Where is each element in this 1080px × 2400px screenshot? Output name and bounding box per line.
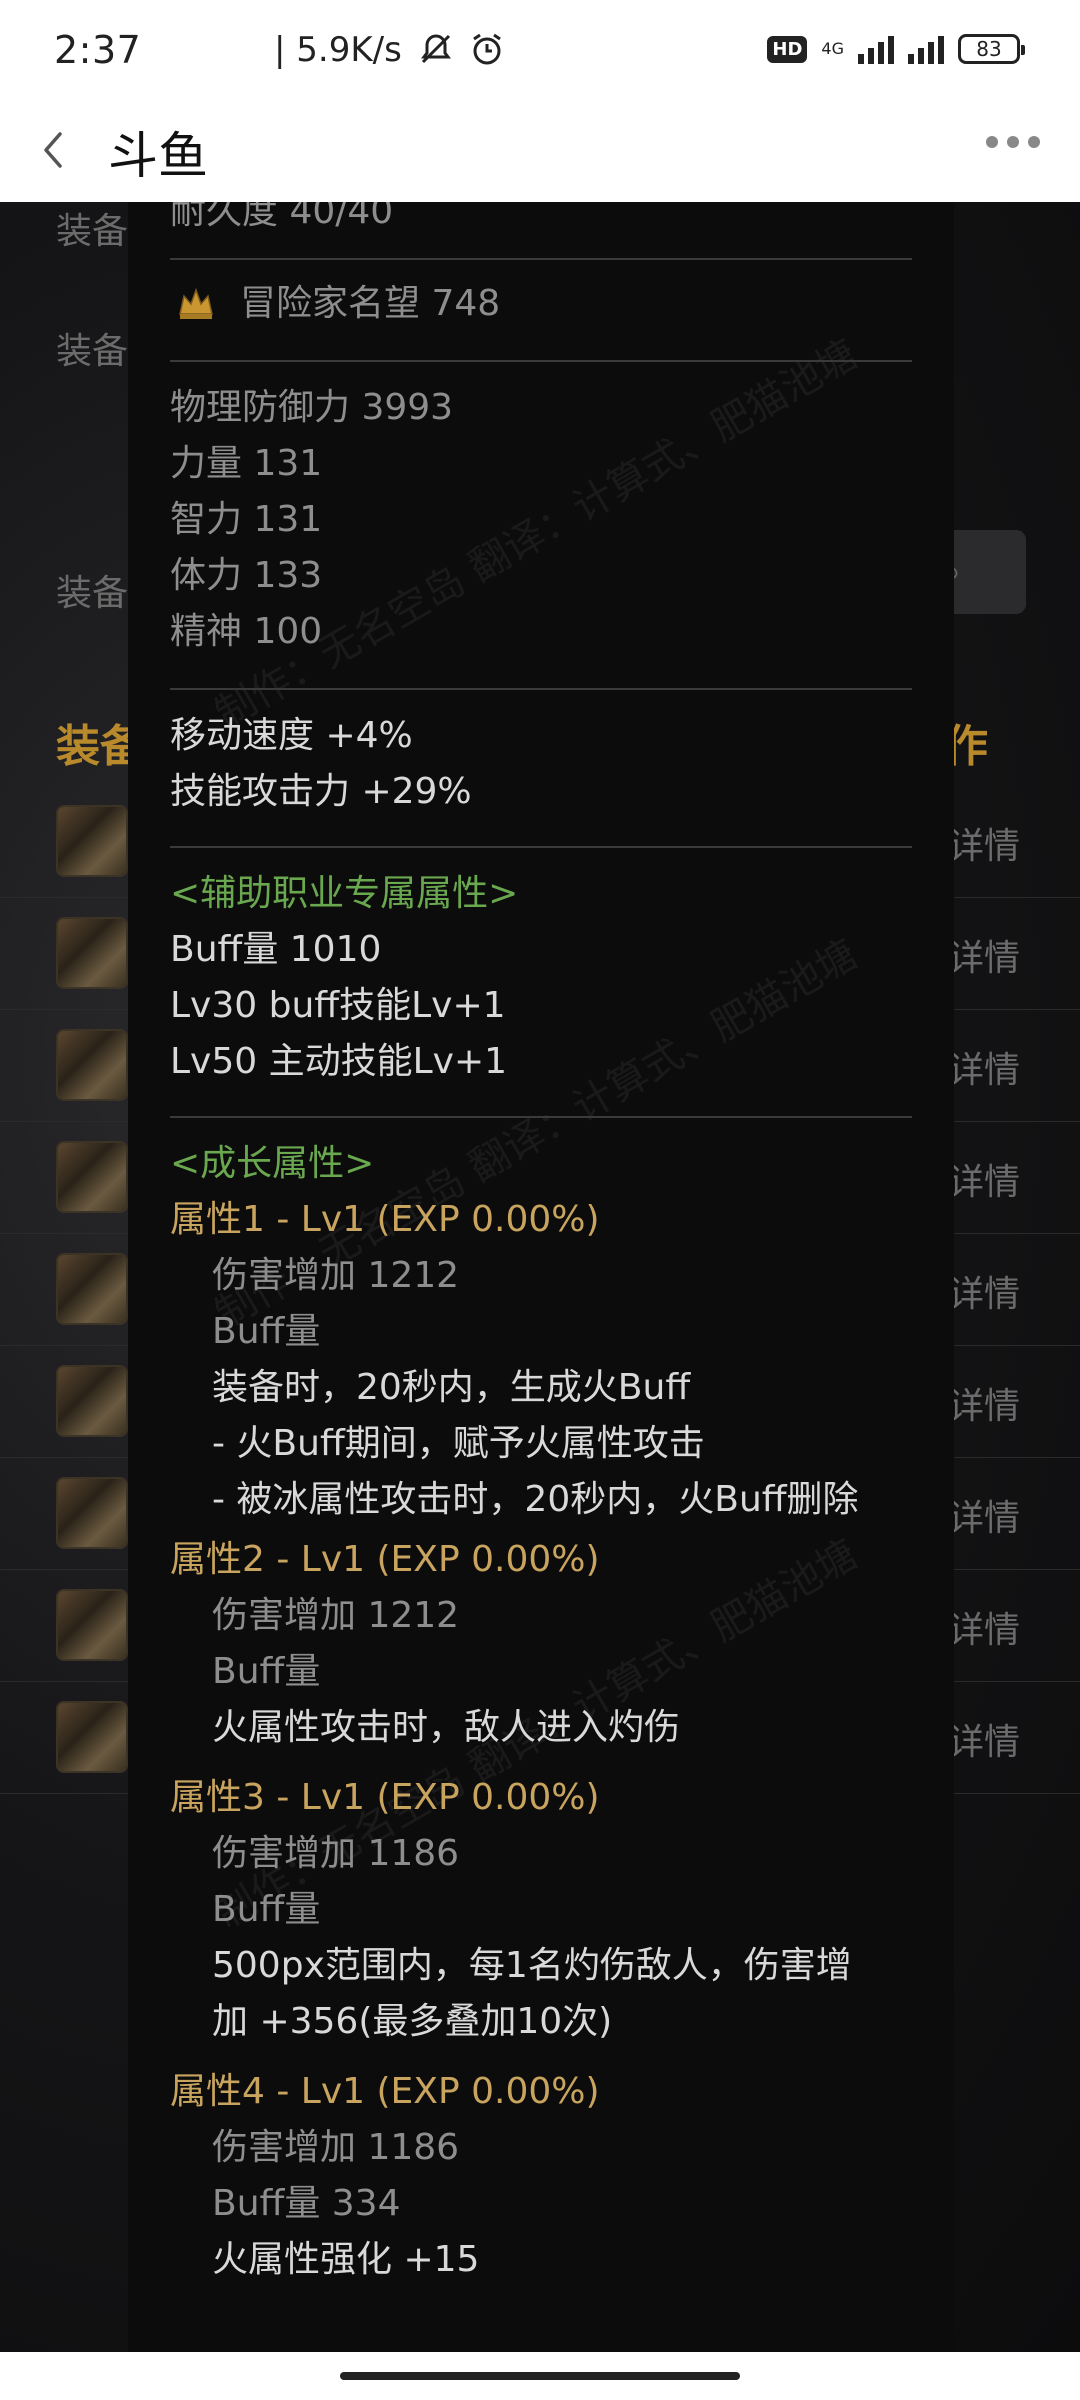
support-buff: Buff量 1010 (170, 929, 382, 970)
signal-icon-2 (908, 34, 944, 64)
divider (170, 846, 912, 848)
support-header: <辅助职业专属属性> (170, 873, 519, 914)
reputation-crown-icon (179, 287, 213, 319)
skill-attack: 技能攻击力 +29% (170, 771, 472, 812)
adventurer-reputation: 冒险家名望 748 (240, 283, 501, 324)
status-time: 2:37 (54, 28, 142, 72)
detail-link[interactable]: 详情 (948, 817, 1020, 869)
bg-label: 装备 (56, 331, 129, 372)
growth-attr-buff: Buff量 (212, 1311, 321, 1352)
divider (170, 360, 912, 362)
support-lv30: Lv30 buff技能Lv+1 (170, 985, 506, 1026)
support-lv50: Lv50 主动技能Lv+1 (170, 1041, 508, 1082)
stat-strength: 力量 131 (170, 443, 323, 484)
equipment-thumbnail (56, 917, 128, 989)
growth-attr-damage: 伤害增加 1186 (212, 2127, 460, 2168)
stat-intelligence: 智力 131 (170, 499, 323, 540)
growth-attr-damage: 伤害增加 1212 (212, 1595, 460, 1636)
bg-label: 装备 (56, 211, 129, 252)
alarm-icon (473, 33, 502, 65)
hd-icon: HD (767, 35, 808, 63)
growth-attr-damage: 伤害增加 1212 (212, 1255, 460, 1296)
detail-link[interactable]: 详情 (948, 1489, 1020, 1541)
equipment-thumbnail (56, 1589, 128, 1661)
divider (170, 688, 912, 690)
back-arrow-icon[interactable] (36, 128, 70, 172)
detail-link[interactable]: 详情 (948, 929, 1020, 981)
equipment-thumbnail (56, 805, 128, 877)
status-speed: | 5.9K/s (274, 30, 505, 70)
app-bar: 斗鱼 (0, 100, 1080, 202)
detail-link[interactable]: 详情 (948, 1153, 1020, 1205)
growth-attr-line: 火属性强化 +15 (212, 2239, 480, 2280)
growth-attr-line: 加 +356(最多叠加10次) (212, 2001, 613, 2042)
more-options-icon[interactable] (986, 136, 1040, 148)
growth-header: <成长属性> (170, 1143, 375, 1184)
divider (170, 1116, 912, 1118)
network-type: 4G (821, 39, 844, 58)
divider (170, 258, 912, 260)
growth-attr-title: 属性1 - Lv1 (EXP 0.00%) (170, 1199, 600, 1240)
move-speed: 移动速度 +4% (170, 715, 413, 756)
status-bar: 2:37 | 5.9K/s HD 4G 83 (0, 0, 1080, 100)
growth-attr-buff: Buff量 (212, 1651, 321, 1692)
equipment-thumbnail (56, 1141, 128, 1213)
stat-physical-defense: 物理防御力 3993 (170, 387, 454, 428)
mute-icon (420, 34, 451, 64)
detail-link[interactable]: 详情 (948, 1265, 1020, 1317)
growth-attr-line: 火属性攻击时，敌人进入灼伤 (212, 1707, 681, 1748)
equipment-thumbnail (56, 1701, 128, 1773)
equipment-thumbnail (56, 1029, 128, 1101)
growth-attr-title: 属性2 - Lv1 (EXP 0.00%) (170, 1539, 600, 1580)
durability: 耐久度 40/40 (170, 202, 394, 232)
battery-icon: 83 (958, 34, 1025, 64)
stat-vitality: 体力 133 (170, 555, 323, 596)
signal-icon (858, 34, 894, 64)
growth-attr-title: 属性3 - Lv1 (EXP 0.00%) (170, 1777, 600, 1818)
detail-link[interactable]: 详情 (948, 1601, 1020, 1653)
growth-attr-title: 属性4 - Lv1 (EXP 0.00%) (170, 2071, 600, 2112)
growth-attr-line: - 火Buff期间，赋予火属性攻击 (212, 1423, 705, 1464)
bg-label: 装备 (56, 573, 129, 614)
app-title: 斗鱼 (108, 127, 208, 185)
growth-attr-buff: Buff量 334 (212, 2183, 401, 2224)
item-tooltip-panel: 制作：无名空岛 翻译：计算式、肥猫池塘 制作：无名空岛 翻译：计算式、肥猫池塘 … (128, 202, 954, 2352)
growth-attr-buff: Buff量 (212, 1889, 321, 1930)
home-indicator[interactable] (340, 2372, 740, 2380)
equipment-thumbnail (56, 1253, 128, 1325)
detail-link[interactable]: 详情 (948, 1041, 1020, 1093)
network-speed: | 5.9K/s (274, 30, 402, 70)
growth-attr-line: 500px范围内，每1名灼伤敌人，伤害增 (212, 1945, 852, 1986)
growth-attr-line: 装备时，20秒内，生成火Buff (212, 1367, 691, 1408)
detail-link[interactable]: 详情 (948, 1377, 1020, 1429)
equipment-thumbnail (56, 1365, 128, 1437)
equipment-thumbnail (56, 1477, 128, 1549)
growth-attr-damage: 伤害增加 1186 (212, 1833, 460, 1874)
growth-attr-line: - 被冰属性攻击时，20秒内，火Buff删除 (212, 1479, 859, 1520)
detail-link[interactable]: 详情 (948, 1713, 1020, 1765)
status-right: HD 4G 83 (767, 34, 1025, 64)
stat-spirit: 精神 100 (170, 611, 323, 652)
